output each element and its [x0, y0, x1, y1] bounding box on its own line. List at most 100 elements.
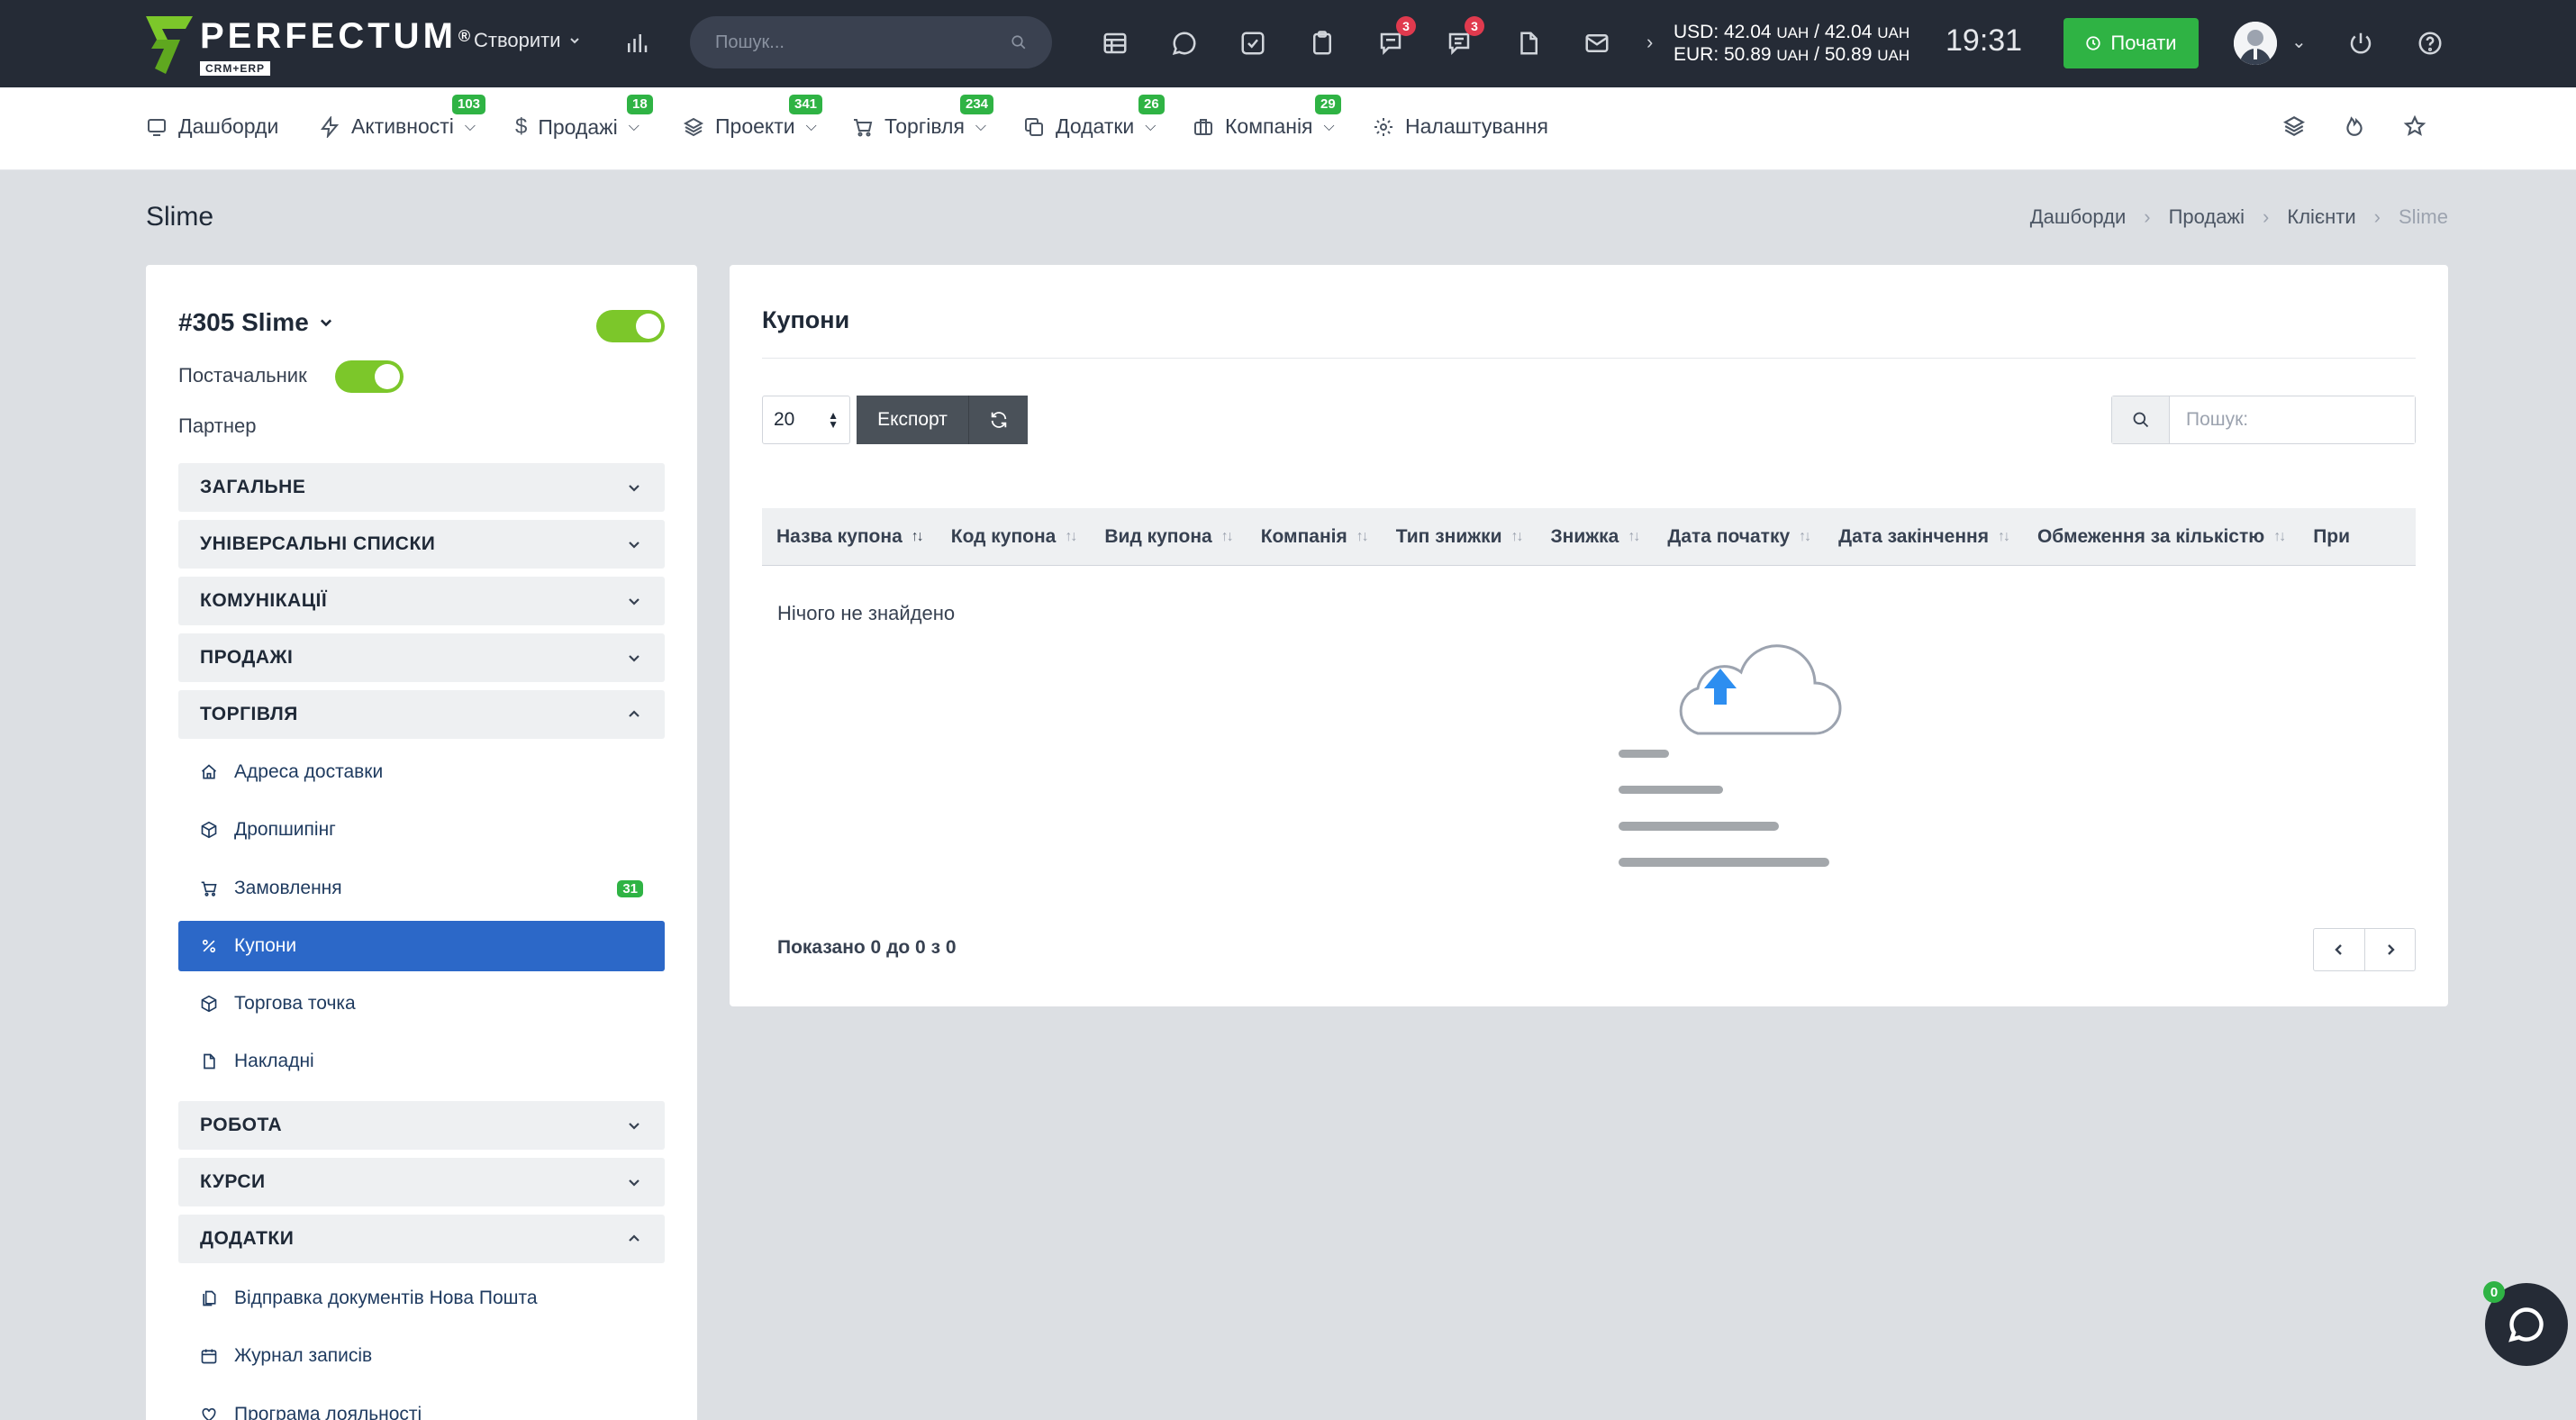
logo-subtitle: CRM+ERP	[200, 61, 271, 76]
menu-badge: 18	[627, 95, 653, 114]
heart-icon	[202, 1407, 216, 1420]
section-label: УНІВЕРСАЛЬНІ СПИСКИ	[200, 533, 436, 554]
menu-item-dashboards[interactable]: Дашборди	[146, 114, 278, 139]
section-communications[interactable]: КОМУНІКАЦІЇ	[178, 577, 665, 625]
breadcrumb-item[interactable]: Продажі	[2169, 205, 2245, 229]
column-header-discount-type[interactable]: Тип знижки ↑↓	[1382, 526, 1537, 548]
section-general[interactable]: ЗАГАЛЬНЕ	[178, 463, 665, 512]
section-label: ЗАГАЛЬНЕ	[200, 477, 306, 497]
logo-reg-mark: ®	[458, 27, 475, 45]
section-addons[interactable]: ДОДАТКИ	[178, 1215, 665, 1263]
eur-rate: EUR: 50.89	[1673, 44, 1772, 65]
mail-icon[interactable]	[1579, 25, 1615, 61]
next-page-button[interactable]	[2364, 929, 2415, 970]
help-icon[interactable]	[2412, 25, 2448, 61]
sidebar-item-loyalty[interactable]: Програма лояльності	[178, 1389, 665, 1420]
client-selector[interactable]: #305 Slime	[178, 308, 334, 337]
layers-toggle-icon[interactable]	[2282, 114, 2311, 143]
comments-badge: 3	[1396, 16, 1416, 36]
logo-mark-icon	[146, 16, 193, 74]
prev-page-button[interactable]	[2314, 929, 2364, 970]
global-search[interactable]	[690, 16, 1052, 68]
eur-unit-alt: UAH	[1877, 47, 1910, 64]
sidebar-item-outlet[interactable]: Торгова точка	[178, 979, 665, 1029]
column-header-coupon-name[interactable]: Назва купона ↑↓	[762, 526, 937, 548]
fire-icon[interactable]	[2343, 114, 2372, 143]
create-dropdown[interactable]: Створити	[474, 29, 581, 52]
breadcrumb-item[interactable]: Клієнти	[2287, 205, 2355, 229]
start-label: Почати	[2110, 32, 2177, 54]
table-search-input[interactable]	[2170, 396, 2415, 443]
column-header-truncated[interactable]: При	[2299, 526, 2364, 548]
document-icon[interactable]	[1510, 25, 1547, 61]
menu-badge: 234	[960, 95, 994, 114]
client-active-toggle[interactable]	[596, 310, 665, 342]
sidebar-item-dropshipping[interactable]: Дропшипінг	[178, 805, 665, 855]
section-label: КУРСИ	[200, 1171, 266, 1192]
section-label: ДОДАТКИ	[200, 1228, 295, 1249]
messages-icon[interactable]: 3	[1441, 16, 1484, 61]
column-header-coupon-type[interactable]: Вид купона ↑↓	[1090, 526, 1246, 548]
menu-label: Дашборди	[178, 114, 279, 138]
column-header-discount[interactable]: Знижка ↑↓	[1537, 526, 1654, 548]
chevron-down-icon[interactable]: ⌄	[2291, 31, 2307, 53]
task-check-icon[interactable]	[1235, 25, 1271, 61]
documents-icon	[203, 1290, 216, 1306]
page-title: Slime	[146, 202, 214, 232]
layers-icon	[683, 117, 704, 136]
star-icon[interactable]	[2403, 114, 2432, 143]
section-label: ТОРГІВЛЯ	[200, 704, 298, 724]
chat-badge: 0	[2483, 1281, 2505, 1303]
sidebar-item-coupons[interactable]: Купони	[178, 921, 665, 971]
comments-icon[interactable]: 3	[1373, 16, 1416, 61]
menu-label: Продажі	[538, 114, 618, 139]
refresh-button[interactable]	[968, 396, 1028, 444]
clipboard-icon[interactable]	[1304, 25, 1340, 61]
menu-item-projects[interactable]: Проекти ⌵ 341	[683, 95, 823, 139]
sidebar-item-label: Накладні	[234, 1051, 314, 1071]
column-header-company[interactable]: Компанія ↑↓	[1247, 526, 1382, 548]
menu-item-activities[interactable]: Активності ⌵ 103	[319, 95, 486, 139]
chevron-down-icon: ⌵	[464, 118, 476, 134]
menu-item-trade[interactable]: Торгівля ⌵ 234	[852, 95, 994, 139]
supplier-toggle[interactable]	[335, 360, 404, 393]
menu-badge: 26	[1138, 95, 1165, 114]
sidebar-item-orders[interactable]: Замовлення 31	[178, 863, 665, 914]
column-header-start-date[interactable]: Дата початку ↑↓	[1653, 526, 1824, 548]
chat-bubble-icon[interactable]	[1166, 25, 1202, 61]
column-header-coupon-code[interactable]: Код купона ↑↓	[937, 526, 1091, 548]
logo[interactable]: PERFECTUM ® CRM+ERP	[144, 13, 474, 77]
sidebar-item-journal[interactable]: Журнал записів	[178, 1331, 665, 1381]
menu-item-sales[interactable]: $ Продажі ⌵ 18	[515, 95, 653, 140]
sidebar-item-invoices[interactable]: Накладні	[178, 1036, 665, 1087]
global-search-input[interactable]	[715, 32, 1011, 53]
breadcrumb-current: Slime	[2398, 205, 2448, 228]
column-label: Дата початку	[1667, 525, 1791, 547]
column-header-quantity-limit[interactable]: Обмеження за кількістю ↑↓	[2023, 526, 2299, 548]
menu-item-company[interactable]: Компанія ⌵ 29	[1193, 95, 1341, 139]
menu-item-settings[interactable]: Налаштування	[1373, 114, 1548, 139]
dollar-icon: $	[515, 114, 528, 139]
start-timer-button[interactable]: Почати	[2064, 18, 2199, 68]
sort-icon: ↑↓	[1628, 528, 1640, 544]
sort-icon: ↑↓	[1510, 528, 1524, 544]
rates-chevron-right-icon[interactable]: ›	[1646, 31, 1653, 54]
user-avatar[interactable]	[2234, 22, 2277, 65]
sidebar-item-delivery-address[interactable]: Адреса доставки	[178, 747, 665, 797]
section-work[interactable]: РОБОТА	[178, 1101, 665, 1150]
menu-item-addons[interactable]: Додатки ⌵ 26	[1023, 95, 1165, 139]
page-size-select[interactable]: 20 ▲ ▼	[762, 396, 850, 444]
table-icon[interactable]	[1097, 25, 1133, 61]
sidebar-item-nova-poshta[interactable]: Відправка документів Нова Пошта	[178, 1273, 665, 1324]
menu-label: Додатки	[1056, 114, 1135, 138]
breadcrumb-item[interactable]: Дашборди	[2030, 205, 2126, 229]
section-sales[interactable]: ПРОДАЖІ	[178, 633, 665, 682]
bar-chart-icon[interactable]	[619, 25, 655, 61]
section-courses[interactable]: КУРСИ	[178, 1158, 665, 1206]
export-button[interactable]: Експорт	[857, 396, 968, 444]
section-universal-lists[interactable]: УНІВЕРСАЛЬНІ СПИСКИ	[178, 520, 665, 569]
sidebar-item-label: Відправка документів Нова Пошта	[234, 1288, 538, 1308]
section-trade[interactable]: ТОРГІВЛЯ	[178, 690, 665, 739]
power-icon[interactable]	[2343, 25, 2379, 61]
column-header-end-date[interactable]: Дата закінчення ↑↓	[1824, 526, 2023, 548]
